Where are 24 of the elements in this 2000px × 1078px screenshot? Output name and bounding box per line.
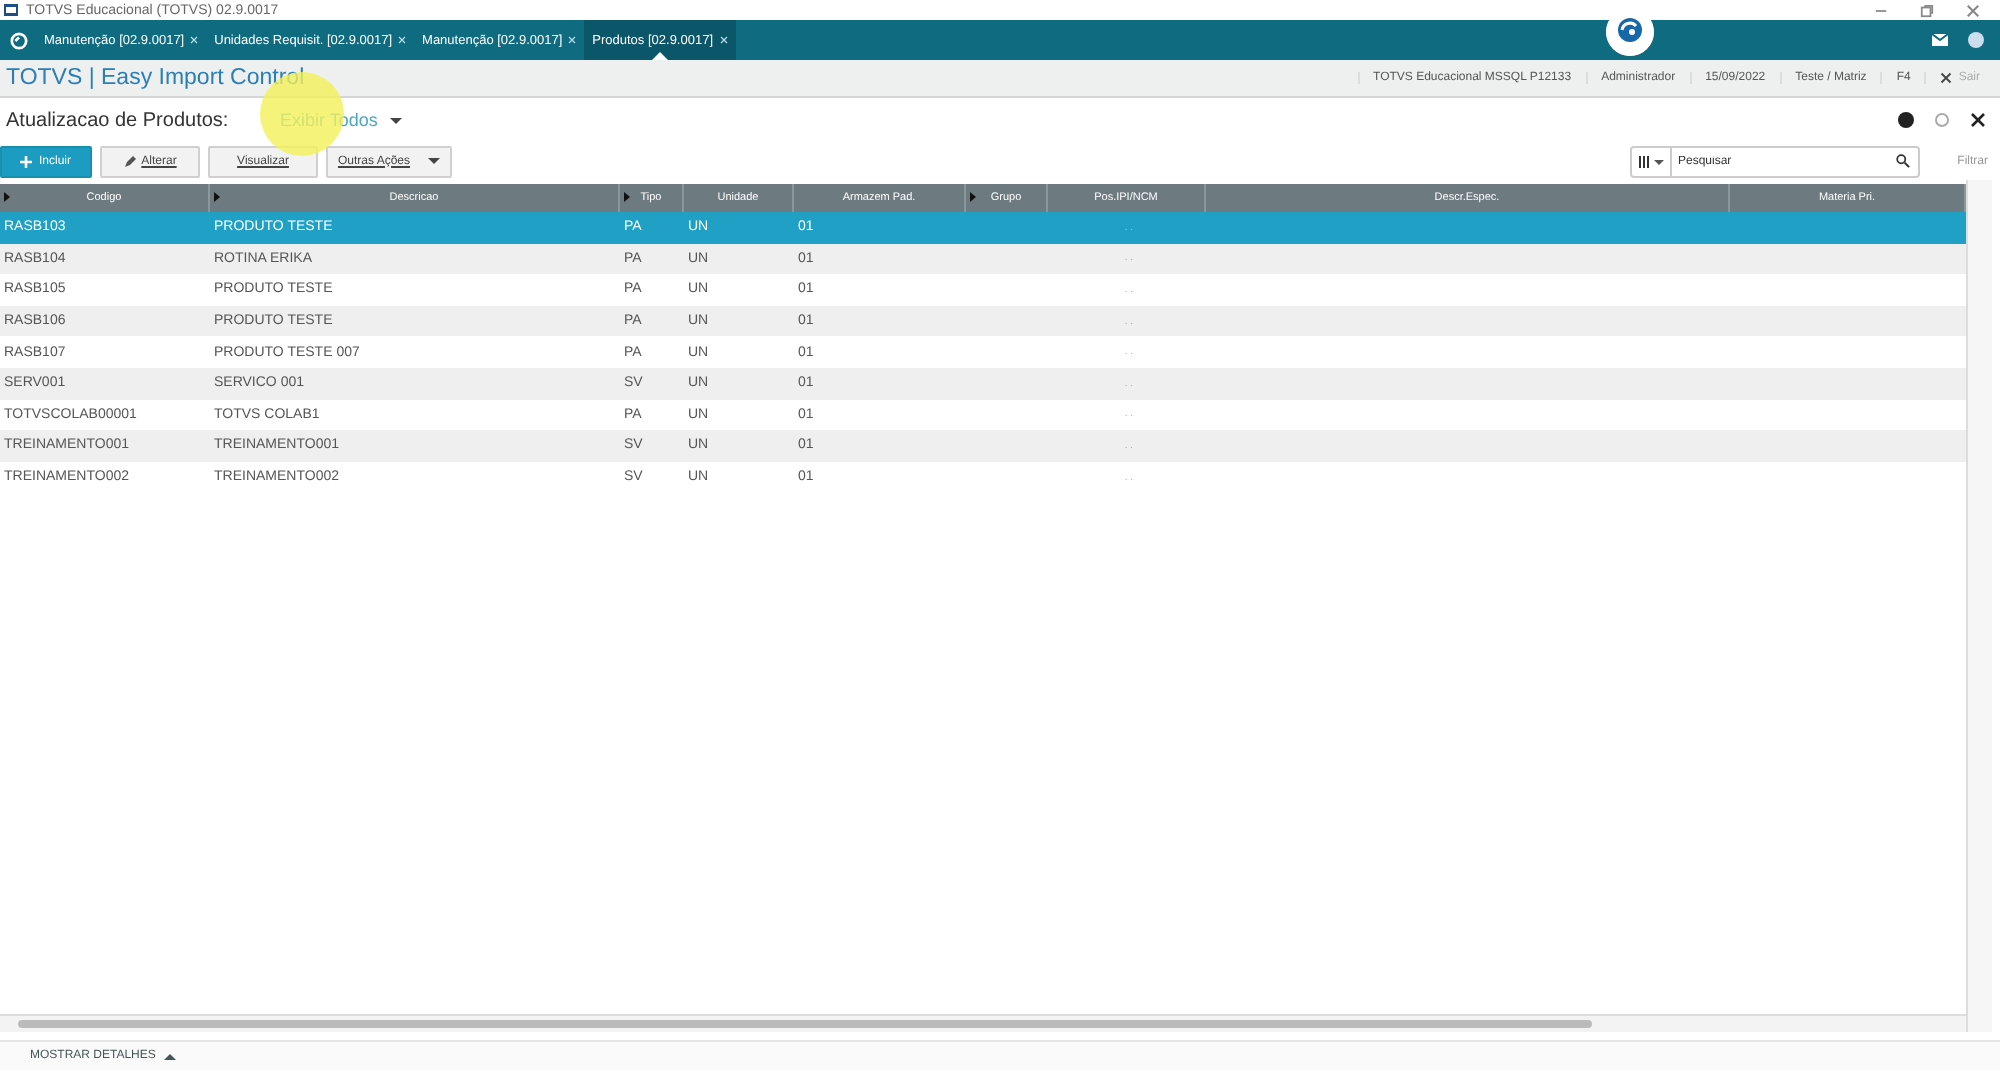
caret-icon: [428, 158, 441, 164]
triangle-icon[interactable]: [624, 192, 630, 202]
scrollbar-thumb[interactable]: [18, 1020, 1592, 1028]
page-title: Atualizacao de Produtos:: [6, 109, 231, 131]
restore-icon[interactable]: [1920, 3, 1934, 17]
vertical-scrollbar[interactable]: [1966, 180, 1992, 1032]
close-icon[interactable]: [1940, 72, 1953, 84]
triangle-icon[interactable]: [4, 192, 10, 202]
search-icon[interactable]: [1896, 154, 1910, 168]
triangle-icon[interactable]: [214, 192, 220, 202]
plus-icon: [20, 155, 33, 167]
tab-close-icon[interactable]: [568, 36, 577, 44]
triangle-icon[interactable]: [970, 192, 976, 202]
caret-icon: [163, 1053, 176, 1059]
tab-close-icon[interactable]: [398, 36, 407, 44]
tab-close-icon[interactable]: [719, 36, 728, 44]
close-icon[interactable]: [1970, 112, 1986, 128]
pencil-icon: [123, 155, 136, 167]
columns-menu-icon[interactable]: [1637, 155, 1665, 167]
circle-icon[interactable]: [1898, 112, 1914, 128]
power-icon[interactable]: [9, 31, 27, 49]
caret-icon: [389, 117, 402, 123]
mail-icon[interactable]: [1932, 34, 1948, 46]
tab-close-icon[interactable]: [190, 36, 199, 44]
